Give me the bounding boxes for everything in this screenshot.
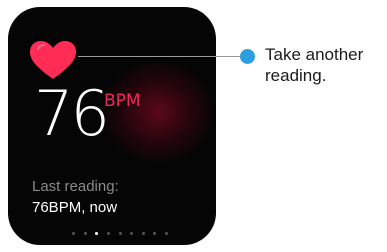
background-glow <box>103 62 213 162</box>
page-dot <box>153 231 157 235</box>
page-dot <box>72 231 75 235</box>
last-reading-label: Last reading: <box>32 178 119 195</box>
page-dot-active <box>95 231 99 235</box>
last-reading-value: 76BPM, now <box>32 199 118 216</box>
heart-rate-unit: BPM <box>104 91 141 111</box>
page-dot <box>118 231 122 235</box>
page-dot <box>106 231 110 235</box>
page-dot <box>165 231 168 235</box>
callout-text: Take another reading. <box>265 45 364 85</box>
callout-line <box>78 56 242 57</box>
watch-screen: 76 BPM Last reading: 76BPM, now <box>8 7 216 245</box>
page-dot <box>141 231 145 235</box>
page-dot <box>130 231 134 235</box>
page-indicator <box>72 230 168 236</box>
callout-marker <box>240 49 255 64</box>
page-dot <box>83 231 87 235</box>
heart-icon[interactable] <box>29 40 77 80</box>
heart-rate-value: 76 <box>34 77 110 150</box>
